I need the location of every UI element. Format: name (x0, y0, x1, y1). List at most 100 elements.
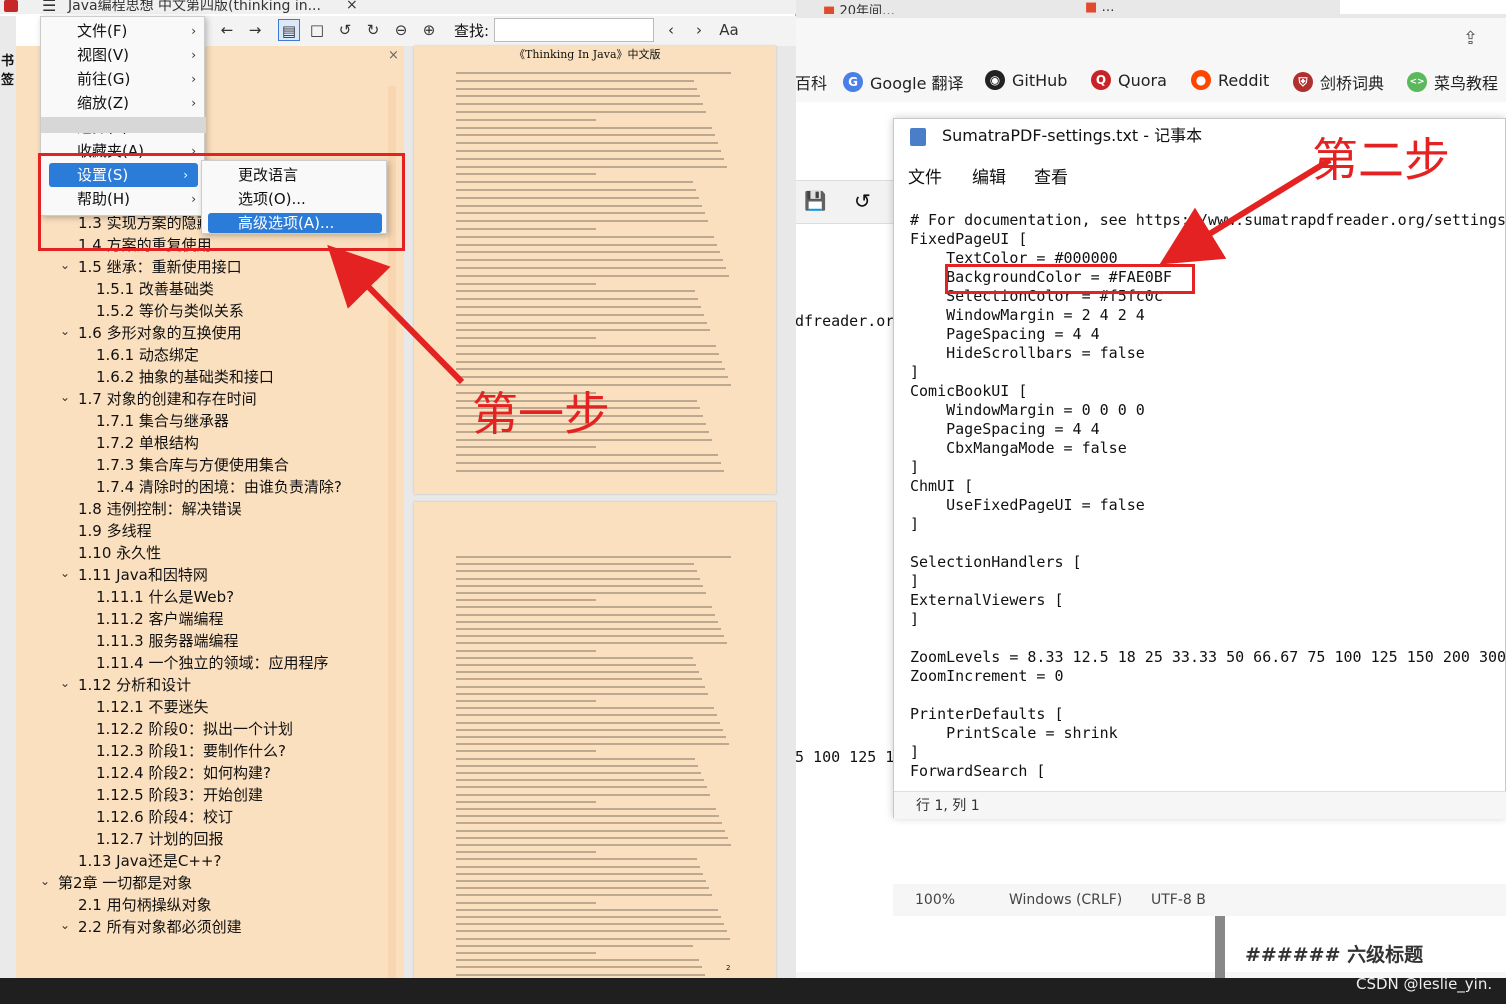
fit-page-icon[interactable]: □ (306, 19, 328, 41)
text-line (456, 707, 714, 710)
toc-item[interactable]: 1.5 继承：重新使用接口 (78, 256, 242, 277)
toc-item[interactable]: 2.2 所有对象都必须创建 (78, 916, 242, 937)
toc-item[interactable]: 1.5.1 改善基础类 (96, 278, 214, 299)
forward-icon[interactable]: → (244, 19, 266, 41)
toc-item[interactable]: 1.9 多线程 (78, 520, 152, 541)
menu-item[interactable]: 缩放(Z) › (41, 91, 206, 115)
text-line (456, 196, 699, 199)
text-line (456, 959, 699, 962)
toc-item[interactable]: 1.11.3 服务器端编程 (96, 630, 238, 651)
text-line (456, 872, 703, 875)
bookmark-runoob[interactable]: <> 菜鸟教程 (1407, 70, 1498, 94)
toc-item[interactable]: 1.12.6 阶段4：校订 (96, 806, 233, 827)
toc-item[interactable]: 1.12.1 不要迷失 (96, 696, 208, 717)
text-line (456, 613, 715, 616)
toc-item[interactable]: 1.12 分析和设计 (78, 674, 191, 695)
expand-chevron-icon[interactable]: ⌄ (60, 258, 70, 272)
text-line (456, 642, 727, 645)
text-line (456, 678, 702, 681)
expand-chevron-icon[interactable]: ⌄ (60, 390, 70, 404)
match-case-icon[interactable]: Aa (716, 19, 742, 41)
text-line (456, 635, 724, 638)
bookmark-cambridge[interactable]: ⛨ 剑桥词典 (1293, 70, 1384, 94)
toc-item[interactable]: 1.6.1 动态绑定 (96, 344, 199, 365)
toc-item[interactable]: 1.5.2 等价与类似关系 (96, 300, 244, 321)
browser-tab[interactable]: ■ 20年间… (823, 0, 1023, 14)
text-line (456, 772, 701, 774)
text-line (456, 966, 702, 969)
bookmark-reddit[interactable]: ● Reddit (1191, 70, 1269, 90)
zoom-in-icon[interactable]: ⊕ (418, 19, 440, 41)
text-line (456, 764, 698, 767)
find-input[interactable] (494, 18, 654, 42)
toc-item[interactable]: 2.1 用句柄操纵对象 (78, 894, 212, 915)
toc-item[interactable]: 1.10 永久性 (78, 542, 161, 563)
text-line (456, 887, 709, 890)
text-line (456, 290, 695, 293)
expand-chevron-icon[interactable]: ⌄ (40, 874, 50, 888)
expand-chevron-icon[interactable]: ⌄ (60, 566, 70, 580)
bookmark-quora[interactable]: Q Quora (1091, 70, 1167, 90)
share-icon[interactable]: ⇪ (1463, 28, 1478, 49)
browser-tab-active[interactable] (1340, 0, 1506, 14)
toc-item[interactable]: 1.12.5 阶段3：开始创建 (96, 784, 263, 805)
bookmark-github[interactable]: ◉ GitHub (985, 70, 1067, 90)
toc-item[interactable]: 1.7.2 单根结构 (96, 432, 199, 453)
menu-item[interactable]: 视图(V) › (41, 43, 206, 67)
back-icon[interactable]: ← (216, 19, 238, 41)
zoom-out-icon[interactable]: ⊖ (390, 19, 412, 41)
toc-item[interactable]: 1.11 Java和因特网 (78, 564, 208, 585)
expand-chevron-icon[interactable]: ⌄ (60, 324, 70, 338)
toc-item[interactable]: 1.11.1 什么是Web? (96, 586, 234, 607)
text-line (456, 656, 693, 659)
expand-chevron-icon[interactable]: ⌄ (60, 676, 70, 690)
text-line (456, 337, 596, 340)
toc-item[interactable]: 1.11.4 一个独立的领域：应用程序 (96, 652, 328, 673)
menu-edit[interactable]: 编辑 (972, 163, 1006, 188)
toc-item[interactable]: 第2章 一切都是对象 (58, 872, 192, 893)
toc-item[interactable]: 1.8 违例控制：解决错误 (78, 498, 242, 519)
text-line (456, 664, 696, 666)
menu-view[interactable]: 查看 (1034, 163, 1068, 188)
toc-item[interactable]: 1.12.3 阶段1：要制作什么? (96, 740, 286, 761)
toc-item[interactable]: 1.12.4 阶段2：如何构建? (96, 762, 271, 783)
text-line (456, 352, 719, 355)
save-icon[interactable]: 💾 (804, 191, 826, 212)
toc-item[interactable]: 1.7.4 清除时的困境：由谁负责清除? (96, 476, 342, 497)
rotate-right-icon[interactable]: ↻ (362, 19, 384, 41)
editor-status-bar: 100% Windows (CRLF) UTF-8 B (893, 884, 1506, 916)
toc-item[interactable]: 1.11.2 客户端编程 (96, 608, 223, 629)
find-next-icon[interactable]: › (688, 19, 710, 41)
hamburger-icon[interactable]: ☰ (42, 0, 56, 14)
bookmark-google-translate[interactable]: G Google 翻译 (843, 70, 964, 94)
bookmark-baike[interactable]: 百科 (795, 70, 827, 94)
cambridge-icon: ⛨ (1293, 72, 1313, 92)
toc-item[interactable]: 1.13 Java还是C++? (78, 850, 221, 871)
text-line (456, 79, 694, 82)
close-panel-icon[interactable]: × (388, 48, 399, 63)
browser-tab[interactable]: ■ … (1085, 0, 1235, 14)
close-tab-icon[interactable]: × (346, 0, 358, 12)
menu-item[interactable]: 文件(F) › (41, 19, 206, 43)
text-line: FixedPageUI [ (910, 230, 1028, 248)
toc-item[interactable]: 1.6.2 抽象的基础类和接口 (96, 366, 274, 387)
submenu-arrow-icon: › (191, 48, 196, 62)
toc-item[interactable]: 1.12.2 阶段0：拟出一个计划 (96, 718, 293, 739)
single-page-icon[interactable]: ▤ (278, 19, 300, 41)
toc-item[interactable]: 1.12.7 计划的回报 (96, 828, 223, 849)
toc-item[interactable]: 1.7.3 集合库与方便使用集合 (96, 454, 289, 475)
text-line (456, 728, 723, 731)
toc-item[interactable]: 1.7.1 集合与继承器 (96, 410, 229, 431)
notepad-text-area[interactable]: # For documentation, see https://www.sum… (894, 211, 1506, 791)
notepad-window: SumatraPDF-settings.txt - 记事本 文件 编辑 查看 #… (893, 118, 1506, 819)
menu-file[interactable]: 文件 (908, 163, 942, 188)
menu-item[interactable]: 前往(G) › (41, 67, 206, 91)
rotate-left-icon[interactable]: ↺ (334, 19, 356, 41)
expand-chevron-icon[interactable]: ⌄ (60, 918, 70, 932)
toc-item[interactable]: 1.6 多形对象的互换使用 (78, 322, 242, 343)
find-prev-icon[interactable]: ‹ (660, 19, 682, 41)
undo-icon[interactable]: ↺ (854, 189, 871, 213)
text-line (456, 750, 596, 753)
toc-item[interactable]: 1.7 对象的创建和存在时间 (78, 388, 257, 409)
text-line (456, 584, 703, 587)
